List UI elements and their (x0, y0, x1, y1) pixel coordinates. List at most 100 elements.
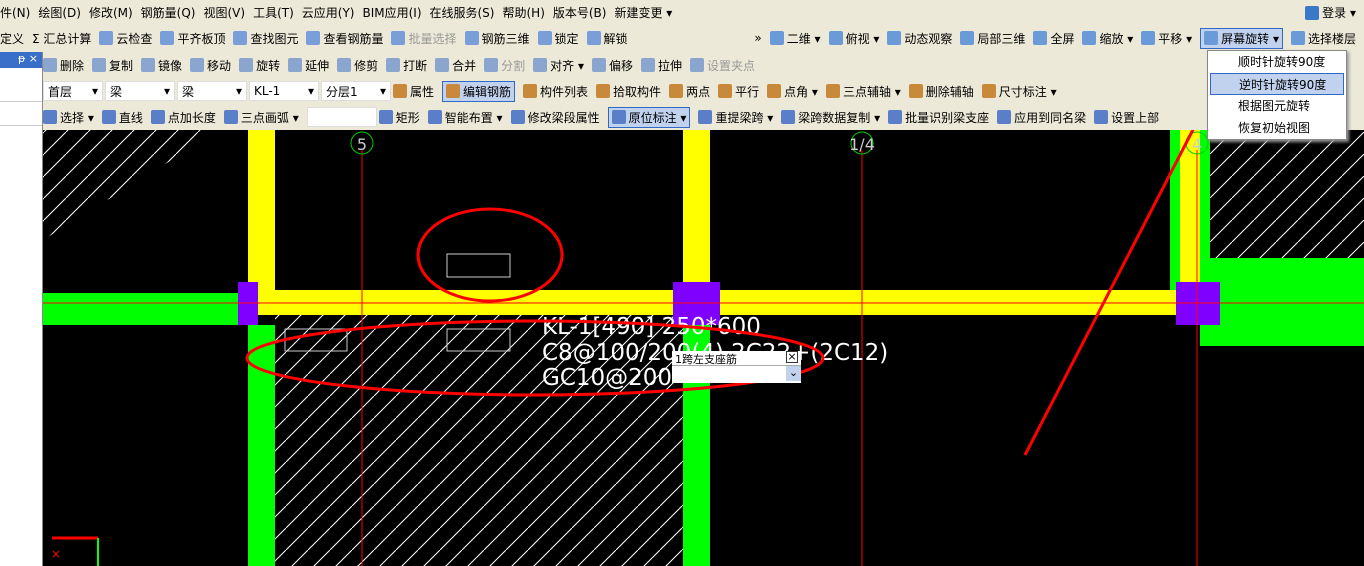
draw-item-10[interactable]: 梁跨数据复制 ▾ (781, 109, 880, 126)
edit-icon (92, 58, 107, 72)
draw-item-0[interactable]: 选择 ▾ (43, 109, 94, 126)
comp-item-2[interactable]: 构件列表 (523, 83, 588, 100)
tb1-item-6[interactable]: 批量选择 (391, 30, 457, 47)
comp-item-7[interactable]: 三点辅轴 ▾ (825, 83, 901, 100)
view-item-2[interactable]: 俯视 ▾ (828, 30, 879, 47)
draw-item-7[interactable]: 修改梁段属性 (510, 109, 600, 126)
label: 直线 (118, 110, 143, 125)
label: 构件列表 (540, 84, 589, 99)
menu-item-10[interactable]: 版本号(B) (553, 4, 607, 21)
view-item-7[interactable]: 平移 ▾ (1141, 30, 1192, 47)
modify-item-8[interactable]: 合并 (435, 57, 476, 74)
draw-item-11[interactable]: 批量识别梁支座 (888, 109, 989, 126)
menu-item-rotate-cw[interactable]: 顺时针旋转90度 (1210, 51, 1344, 73)
view-item-0[interactable]: » (754, 31, 761, 45)
modify-item-11[interactable]: 偏移 (592, 57, 633, 74)
login-button[interactable]: 登录 ▾ (1305, 4, 1356, 21)
view-item-1[interactable]: 二维 ▾ (769, 30, 821, 47)
modify-item-4[interactable]: 旋转 (239, 57, 280, 74)
view-item-3[interactable]: 动态观察 (887, 30, 952, 47)
combo-0[interactable]: 首层 ▾ (43, 81, 103, 101)
modify-item-3[interactable]: 移动 (190, 57, 231, 74)
draw-item-1[interactable]: 直线 (101, 109, 143, 126)
comp-item-6[interactable]: 点角 ▾ (767, 83, 818, 100)
comp-item-5[interactable]: 平行 (718, 83, 759, 100)
tb1-item-4[interactable]: 查找图元 (233, 30, 298, 47)
tb1-item-1[interactable]: Σ 汇总计算 (32, 30, 91, 47)
drawing-canvas[interactable]: 5 1/4 4 KL-1[490] 250*600 C8@100/200(4) … (43, 130, 1364, 566)
wall-green (248, 325, 275, 566)
view-item-9[interactable]: 选择楼层 (1290, 30, 1356, 47)
draw-item-13[interactable]: 设置上部 (1094, 109, 1159, 126)
menu-item-3[interactable]: 钢筋量(Q) (141, 4, 196, 21)
menu-item-2[interactable]: 修改(M) (89, 4, 133, 21)
draw-item-5[interactable]: 矩形 (378, 109, 420, 126)
menu-item-1[interactable]: 绘图(D) (38, 4, 81, 21)
label: 原位标注 ▾ (628, 110, 687, 125)
tool-icon (767, 84, 782, 98)
panel-title-bar[interactable]: ᵽ × (0, 52, 42, 68)
tb1-item-9[interactable]: 解锁 (586, 30, 628, 47)
modify-item-10[interactable]: 对齐 ▾ (533, 57, 584, 74)
draw-item-3[interactable]: 三点画弧 ▾ (223, 109, 299, 126)
draw-item-8[interactable]: 原位标注 ▾ (607, 106, 691, 128)
chevron-down-icon: ▾ (91, 84, 98, 98)
combo-1[interactable]: 梁 ▾ (105, 81, 175, 101)
menu-item-11[interactable]: 新建变更 ▾ (614, 4, 672, 21)
edit-icon (43, 58, 57, 72)
menu-item-0[interactable]: 件(N) (0, 4, 30, 21)
support-rebar-input[interactable] (672, 366, 782, 381)
draw-item-2[interactable]: 点加长度 (150, 109, 216, 126)
label: 对齐 ▾ (550, 58, 584, 73)
chevron-down-icon: ▾ (379, 84, 386, 98)
modify-item-7[interactable]: 打断 (386, 57, 427, 74)
modify-item-5[interactable]: 延伸 (288, 57, 329, 74)
label: 应用到同名梁 (1014, 110, 1087, 125)
view-item-5[interactable]: 全屏 (1033, 30, 1074, 47)
tb1-item-2[interactable]: 云检查 (99, 30, 152, 47)
menu-item-8[interactable]: 在线服务(S) (430, 4, 495, 21)
draw-item-4[interactable] (306, 107, 377, 127)
comp-item-3[interactable]: 拾取构件 (596, 83, 661, 100)
modify-item-9[interactable]: 分割 (484, 57, 525, 74)
modify-item-13[interactable]: 设置夹点 (690, 57, 755, 74)
modify-item-1[interactable]: 复制 (92, 57, 133, 74)
modify-item-2[interactable]: 镜像 (141, 57, 182, 74)
comp-item-4[interactable]: 两点 (669, 83, 710, 100)
menu-item-7[interactable]: BIM应用(I) (362, 4, 421, 21)
label: 梁跨数据复制 ▾ (798, 110, 881, 125)
menu-item-reset-view[interactable]: 恢复初始视图 (1210, 117, 1344, 139)
draw-item-9[interactable]: 重提梁跨 ▾ (698, 109, 773, 126)
menu-item-6[interactable]: 云应用(Y) (302, 4, 355, 21)
draw-item-12[interactable]: 应用到同名梁 (997, 109, 1086, 126)
menu-item-5[interactable]: 工具(T) (253, 4, 294, 21)
combo-3[interactable]: KL-1 ▾ (249, 81, 319, 101)
combo-4[interactable]: 分层1 ▾ (321, 81, 391, 101)
comp-item-8[interactable]: 删除辅轴 (908, 83, 974, 100)
comp-item-9[interactable]: 尺寸标注 ▾ (981, 83, 1057, 100)
modify-item-6[interactable]: 修剪 (337, 57, 378, 74)
view-item-4[interactable]: 局部三维 (960, 30, 1025, 47)
input-box[interactable] (446, 253, 511, 278)
menu-item-9[interactable]: 帮助(H) (502, 4, 544, 21)
draw-item-6[interactable]: 智能布置 ▾ (427, 109, 503, 126)
close-icon[interactable]: × (786, 351, 798, 363)
modify-item-12[interactable]: 拉伸 (641, 57, 682, 74)
comp-item-1[interactable]: 编辑钢筋 (442, 80, 516, 102)
view-item-6[interactable]: 缩放 ▾ (1082, 30, 1133, 47)
combo-2[interactable]: 梁 ▾ (177, 81, 247, 101)
modify-item-0[interactable]: 删除 (43, 57, 84, 74)
tb1-item-3[interactable]: 平齐板顶 (160, 30, 225, 47)
comp-item-0[interactable]: 属性 (393, 83, 434, 100)
view-item-8[interactable]: 屏幕旋转 ▾ (1200, 27, 1283, 49)
tb1-item-7[interactable]: 钢筋三维 (464, 30, 530, 47)
label: 帮助(H) (502, 6, 545, 20)
tb1-item-5[interactable]: 查看钢筋量 (306, 30, 383, 47)
tb1-item-0[interactable]: 定义 (0, 30, 24, 47)
menu-item-rotate-by-element[interactable]: 根据图元旋转 (1210, 95, 1344, 117)
combo-value: 梁 (110, 84, 123, 99)
tb1-item-8[interactable]: 锁定 (537, 30, 579, 47)
menu-item-rotate-ccw[interactable]: 逆时针旋转90度 (1210, 73, 1344, 95)
chevron-down-icon[interactable]: ⌄ (786, 366, 801, 381)
menu-item-4[interactable]: 视图(V) (203, 4, 245, 21)
